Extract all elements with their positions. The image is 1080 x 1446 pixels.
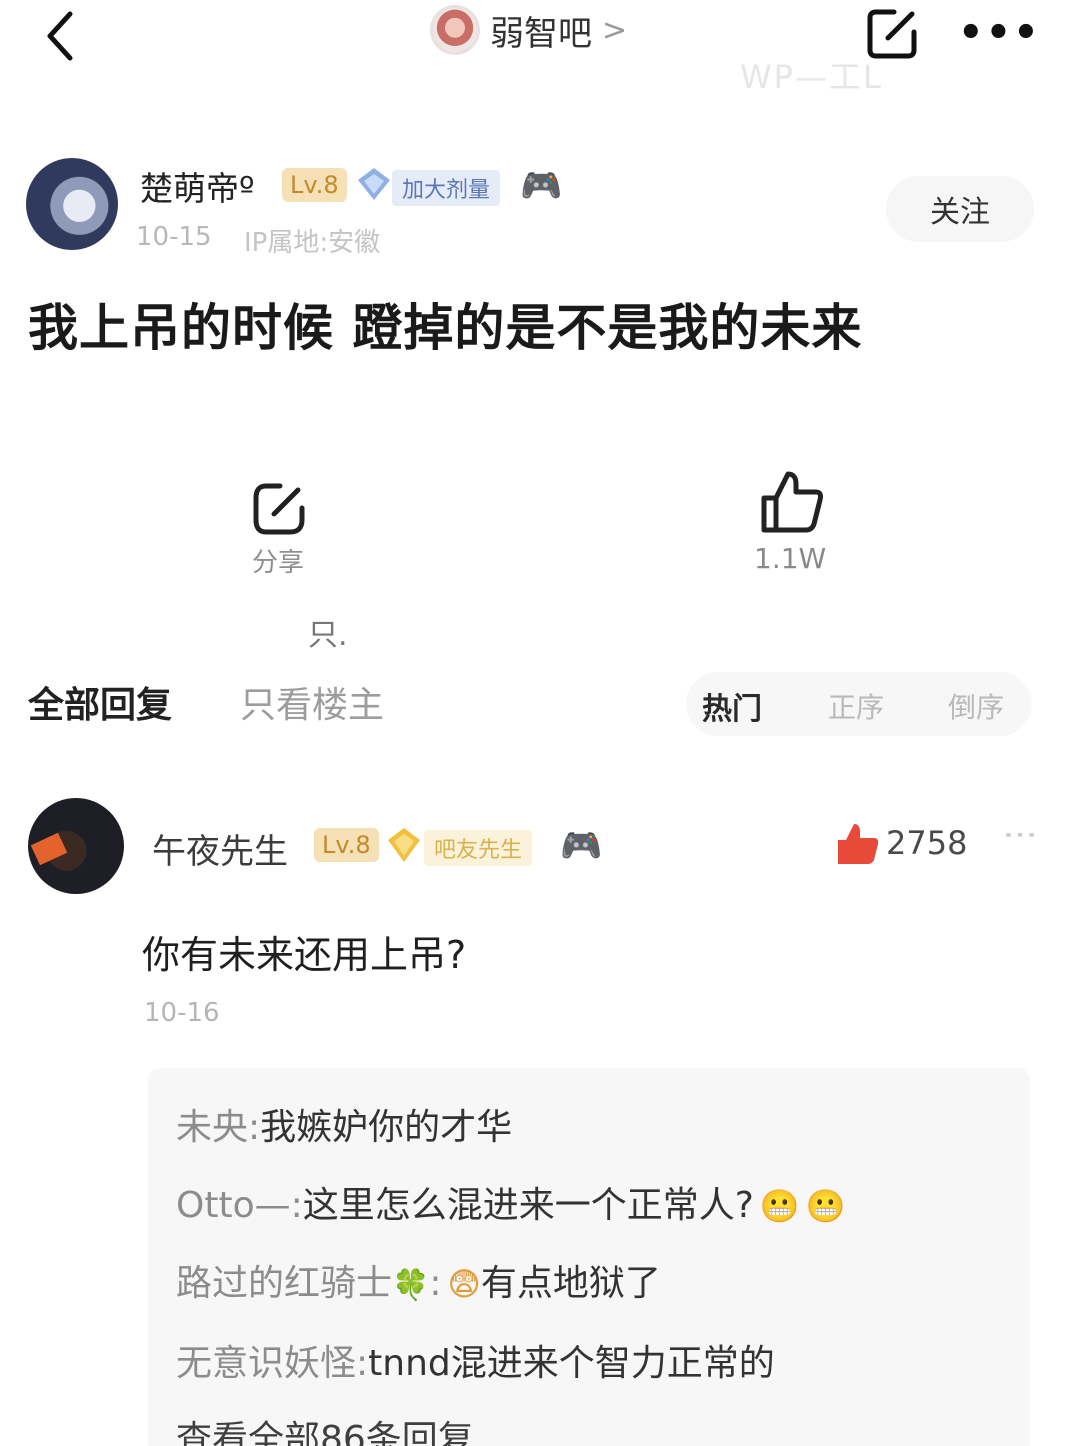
tab-all-replies[interactable]: 全部回复: [28, 676, 172, 728]
back-button[interactable]: [36, 6, 86, 66]
commenter-username[interactable]: 午夜先生: [152, 824, 288, 873]
sub-reply-author: 无意识妖怪:: [176, 1343, 369, 1384]
clover-icon: 🍀: [392, 1268, 430, 1303]
post-title: 我上吊的时候 蹬掉的是不是我的未来: [28, 299, 863, 357]
op-avatar[interactable]: [26, 158, 118, 250]
gamepad-badge-icon: 🎮: [520, 166, 563, 206]
sub-reply-text: 我嫉妒你的才华: [260, 1107, 513, 1148]
share-label: 分享: [252, 548, 305, 578]
forum-name: 弱智吧: [490, 13, 592, 54]
commenter-honor-tag: 吧友先生: [424, 830, 533, 866]
sub-reply-text: tnnd混进来个智力正常的: [368, 1343, 775, 1384]
op-username[interactable]: 楚萌帝º: [140, 162, 255, 210]
like-count: 1.1W: [754, 542, 827, 575]
op-honor-tag: 加大剂量: [392, 170, 501, 206]
op-level-badge: Lv.8: [282, 168, 347, 202]
overlay-text: 只.: [308, 618, 348, 653]
comment-more-icon[interactable]: ⋮: [1000, 818, 1040, 852]
sub-reply-author: 未央:: [176, 1107, 261, 1148]
follow-button[interactable]: 关注: [886, 176, 1034, 242]
comment-text: 你有未来还用上吊?: [142, 933, 467, 977]
gold-gem-badge-icon: [388, 828, 420, 862]
share-icon: [253, 483, 305, 535]
chevron-left-icon: [47, 11, 73, 61]
grin-emoji-icon: 😬: [759, 1187, 800, 1225]
sub-reply[interactable]: 未央:我嫉妒你的才华: [176, 1098, 512, 1150]
view-all-replies-link[interactable]: 查看全部86条回复: [176, 1410, 474, 1446]
post-ip-location: IP属地:安徽: [244, 228, 381, 258]
more-options-icon[interactable]: •••: [958, 10, 1041, 56]
sub-reply[interactable]: Otto—:这里怎么混进来一个正常人? 😬 😬: [176, 1176, 846, 1228]
share-icon: [867, 9, 917, 59]
commenter-avatar[interactable]: [28, 798, 124, 894]
sub-reply[interactable]: 路过的红骑士🍀: 😨有点地狱了: [176, 1254, 661, 1306]
sub-reply-text: 这里怎么混进来一个正常人?: [302, 1185, 754, 1226]
post-date: 10-15: [136, 222, 212, 252]
tab-only-op[interactable]: 只看楼主: [240, 676, 384, 728]
sub-reply-text: 有点地狱了: [480, 1263, 661, 1304]
thumbs-up-icon: [761, 471, 823, 533]
sub-reply[interactable]: 无意识妖怪:tnnd混进来个智力正常的: [176, 1334, 775, 1386]
gamepad-badge-icon: 🎮: [560, 826, 603, 866]
forum-header[interactable]: 弱智吧 >: [430, 2, 627, 58]
shocked-emoji-icon: 😨: [447, 1265, 481, 1303]
diamond-badge-icon: [358, 168, 390, 200]
sort-ascending[interactable]: 正序: [828, 686, 884, 726]
forum-avatar: [430, 5, 480, 55]
chevron-right-icon: >: [602, 12, 628, 48]
comment-like-count: 2758: [886, 824, 968, 862]
commenter-level-badge: Lv.8: [314, 828, 379, 862]
red-thumbs-up-icon[interactable]: [834, 822, 880, 866]
sort-descending[interactable]: 倒序: [948, 686, 1004, 726]
like-button[interactable]: [756, 466, 828, 538]
sort-hot[interactable]: 热门: [702, 684, 762, 728]
sub-reply-author: Otto—:: [176, 1185, 303, 1226]
share-button[interactable]: [244, 474, 314, 544]
comment-date: 10-16: [144, 998, 220, 1028]
sub-reply-author: 路过的红骑士: [176, 1263, 393, 1304]
share-top-button[interactable]: [862, 4, 922, 64]
grin-emoji-icon: 😬: [805, 1187, 846, 1225]
